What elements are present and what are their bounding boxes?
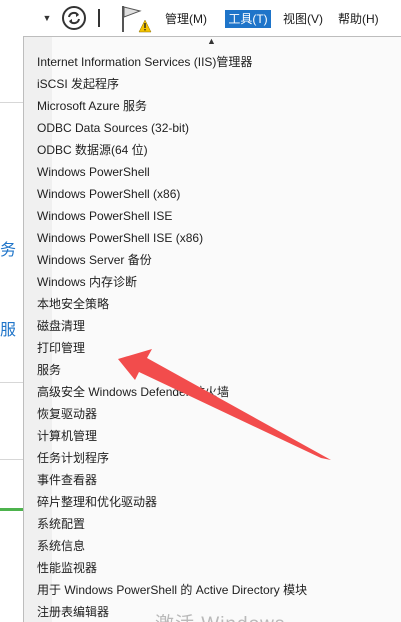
menu-item[interactable]: Internet Information Services (IIS)管理器 xyxy=(37,54,307,76)
menu-item[interactable]: 磁盘清理 xyxy=(37,318,307,340)
menu-item[interactable]: 恢复驱动器 xyxy=(37,406,307,428)
activation-watermark: 激活 Windows xyxy=(155,609,285,622)
divider xyxy=(0,382,23,383)
menu-item[interactable]: 性能监视器 xyxy=(37,560,307,582)
menu-item[interactable]: 系统配置 xyxy=(37,516,307,538)
dropdown-arrow-icon[interactable]: ▼ xyxy=(41,10,53,26)
notification-flag-icon[interactable] xyxy=(118,3,152,33)
divider xyxy=(0,102,23,103)
menu-item[interactable]: ODBC 数据源(64 位) xyxy=(37,142,307,164)
toolbar-separator xyxy=(98,9,100,27)
menu-item[interactable]: 用于 Windows PowerShell 的 Active Directory… xyxy=(37,582,307,604)
menu-item[interactable]: Windows PowerShell ISE xyxy=(37,208,307,230)
menu-item[interactable]: Windows PowerShell ISE (x86) xyxy=(37,230,307,252)
menu-item[interactable]: iSCSI 发起程序 xyxy=(37,76,307,98)
status-bar-green xyxy=(0,508,23,511)
menu-item[interactable]: Windows Server 备份 xyxy=(37,252,307,274)
background-text: 服 xyxy=(0,322,17,339)
menu-item[interactable]: 任务计划程序 xyxy=(37,450,307,472)
menu-help[interactable]: 帮助(H) xyxy=(338,10,379,28)
menu-item[interactable]: Windows PowerShell (x86) xyxy=(37,186,307,208)
menu-item[interactable]: 本地安全策略 xyxy=(37,296,307,318)
menu-manage[interactable]: 管理(M) xyxy=(165,10,207,28)
menu-item[interactable]: 高级安全 Windows Defender 防火墙 xyxy=(37,384,307,406)
menu-item[interactable]: Windows 内存诊断 xyxy=(37,274,307,296)
menu-item[interactable]: ODBC Data Sources (32-bit) xyxy=(37,120,307,142)
menu-item[interactable]: 打印管理 xyxy=(37,340,307,362)
menu-view[interactable]: 视图(V) xyxy=(283,10,323,28)
tools-menu-list: Internet Information Services (IIS)管理器 iS… xyxy=(37,54,307,622)
refresh-icon[interactable] xyxy=(60,5,88,31)
background-window: 务 服 xyxy=(0,36,23,622)
toolbar: ▼ 管理(M) 工具(T) 视图(V) 帮助(H) xyxy=(0,0,401,36)
menu-tools[interactable]: 工具(T) xyxy=(225,10,271,28)
background-text: 务 xyxy=(0,242,17,259)
menu-item[interactable]: 计算机管理 xyxy=(37,428,307,450)
divider xyxy=(0,459,23,460)
menu-item[interactable]: 服务 xyxy=(37,362,307,384)
menu-scroll-up-icon[interactable]: ▲ xyxy=(207,37,216,46)
menu-item[interactable]: Microsoft Azure 服务 xyxy=(37,98,307,120)
menu-item[interactable]: 事件查看器 xyxy=(37,472,307,494)
menu-item[interactable]: Windows PowerShell xyxy=(37,164,307,186)
menu-item[interactable]: 系统信息 xyxy=(37,538,307,560)
menu-item[interactable]: 碎片整理和优化驱动器 xyxy=(37,494,307,516)
